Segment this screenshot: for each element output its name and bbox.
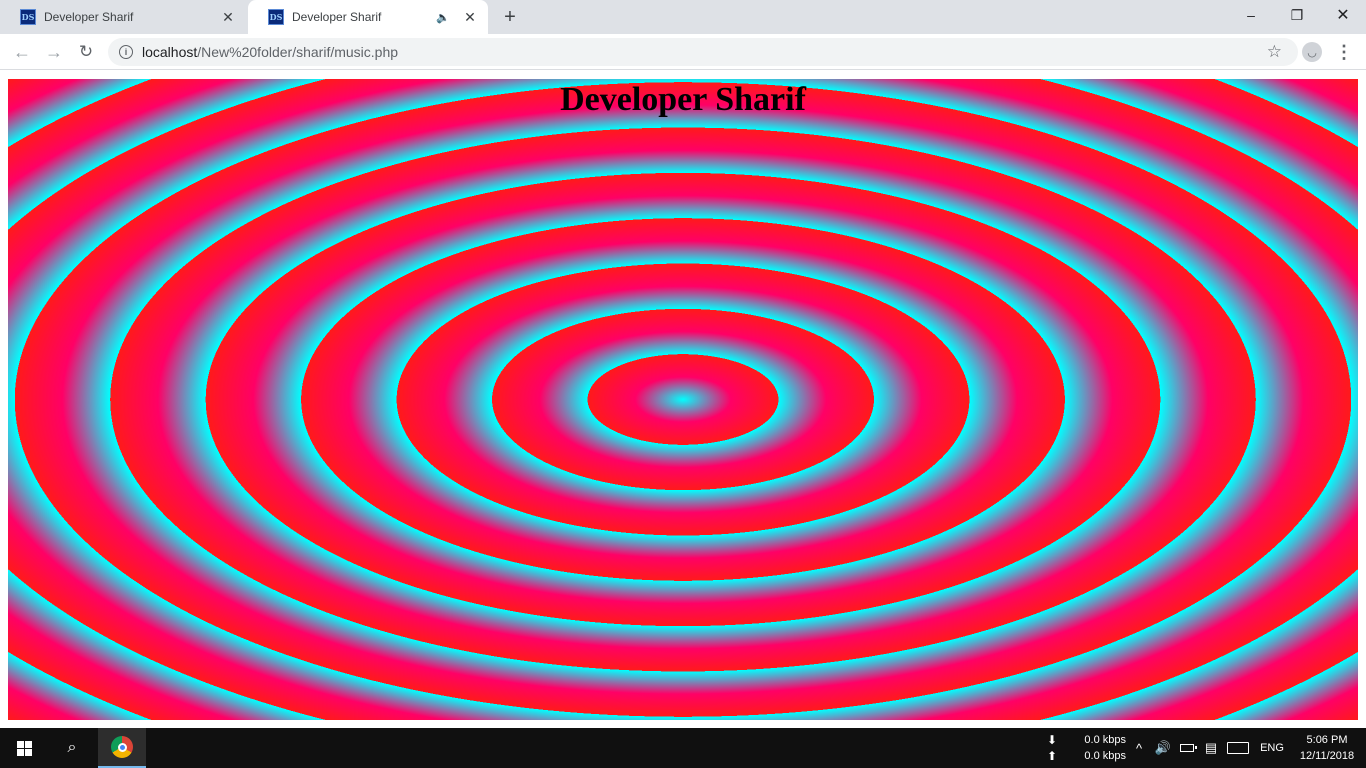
profile-avatar-icon[interactable]: ◡ — [1302, 42, 1322, 62]
site-info-icon[interactable]: i — [119, 45, 133, 59]
back-button[interactable]: ← — [8, 38, 36, 66]
audio-playing-icon[interactable]: 🔈 — [436, 11, 450, 24]
page-title: Developer Sharif — [560, 81, 806, 118]
upload-speed: 0.0 kbps — [1084, 750, 1126, 762]
input-language[interactable]: ENG — [1254, 728, 1290, 768]
forward-button[interactable]: → — [40, 38, 68, 66]
close-tab-icon[interactable]: ✕ — [220, 9, 236, 25]
browser-toolbar: ← → ↻ i localhost/New%20folder/sharif/mu… — [0, 34, 1366, 70]
close-tab-icon[interactable]: ✕ — [462, 9, 478, 25]
maximize-window-button[interactable]: ❐ — [1274, 0, 1320, 30]
browser-menu-icon[interactable]: ⋮ — [1334, 38, 1354, 66]
volume-icon[interactable]: 🔊 — [1152, 728, 1174, 768]
battery-icon[interactable] — [1176, 728, 1198, 768]
download-arrow-icon: ⬇ — [1046, 733, 1058, 747]
bookmark-star-icon[interactable]: ☆ — [1267, 42, 1282, 62]
url-host: localhost — [142, 44, 198, 60]
browser-tab-2-active[interactable]: DS Developer Sharif 🔈 ✕ — [248, 0, 488, 34]
start-button[interactable] — [0, 728, 48, 768]
network-meter-arrows: ⬇ ⬆ — [1044, 730, 1060, 766]
upload-arrow-icon: ⬆ — [1046, 749, 1058, 763]
close-window-button[interactable]: ✕ — [1320, 0, 1366, 30]
network-meter[interactable]: 0.0 kbps 0.0 kbps — [1066, 732, 1126, 764]
radial-gradient-background: Developer Sharif — [8, 79, 1358, 720]
clock-time: 5:06 PM — [1306, 734, 1348, 746]
page-viewport: Developer Sharif — [0, 71, 1366, 728]
reload-button[interactable]: ↻ — [72, 38, 100, 66]
download-speed: 0.0 kbps — [1084, 734, 1126, 746]
touch-keyboard-icon[interactable] — [1224, 728, 1252, 768]
minimize-window-button[interactable]: – — [1228, 0, 1274, 30]
windows-logo-icon — [16, 740, 32, 756]
show-hidden-icons-chevron-icon[interactable]: ^ — [1130, 728, 1148, 768]
chrome-taskbar-button[interactable] — [98, 728, 146, 768]
search-icon[interactable]: ⌕ — [48, 728, 96, 768]
address-bar[interactable]: i localhost/New%20folder/sharif/music.ph… — [108, 38, 1298, 66]
tab-title: Developer Sharif — [44, 10, 134, 24]
clock-date: 12/11/2018 — [1299, 750, 1355, 762]
site-favicon-icon: DS — [20, 9, 36, 25]
new-tab-button[interactable]: + — [498, 5, 522, 29]
browser-tab-1[interactable]: DS Developer Sharif ✕ — [0, 0, 246, 34]
tab-strip: DS Developer Sharif ✕ DS Developer Shari… — [0, 0, 1366, 34]
windows-taskbar: ⌕ ⬇ ⬆ 0.0 kbps 0.0 kbps ^ 🔊 ▤ ENG 5:06 P… — [0, 728, 1366, 768]
url-path: /New%20folder/sharif/music.php — [197, 44, 399, 60]
chrome-icon — [111, 736, 133, 758]
tab-title: Developer Sharif — [292, 10, 382, 24]
notification-icon[interactable]: ▤ — [1200, 728, 1222, 768]
site-favicon-icon: DS — [268, 9, 284, 25]
system-clock[interactable]: 5:06 PM 12/11/2018 — [1292, 732, 1362, 764]
